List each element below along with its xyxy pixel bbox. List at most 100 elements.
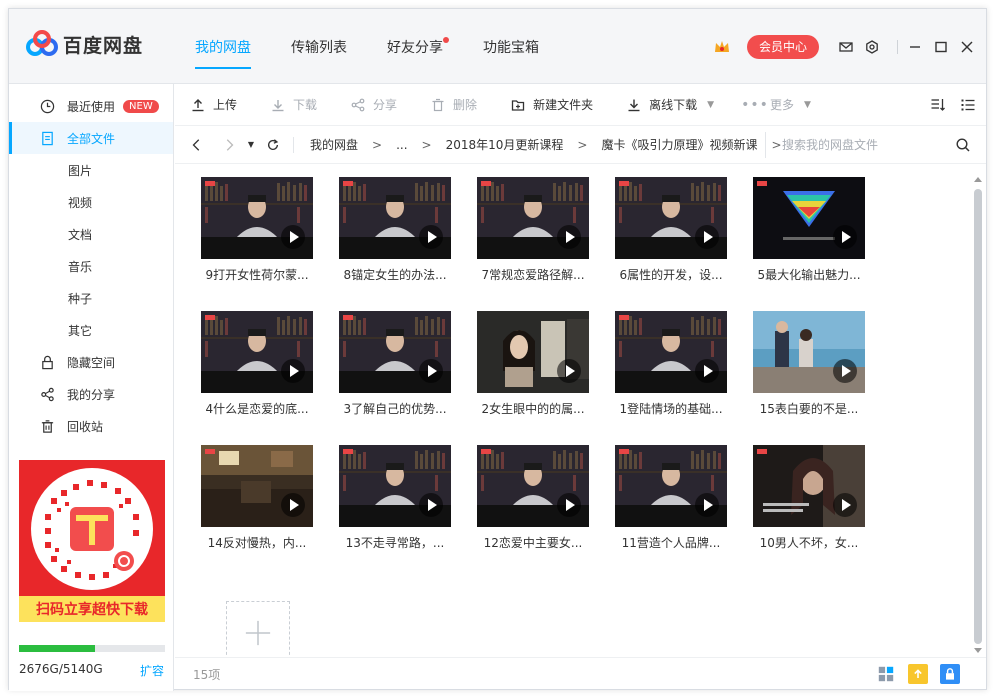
file-item[interactable]: 11营造个人品牌... (615, 445, 727, 579)
sidebar-item-videos[interactable]: 视频 (9, 186, 173, 218)
vertical-scrollbar[interactable] (972, 173, 984, 655)
search-icon[interactable] (955, 137, 971, 153)
maximize-icon[interactable] (934, 40, 948, 54)
play-icon[interactable] (833, 225, 857, 249)
sidebar-item-recycle-bin[interactable]: 回收站 (9, 410, 173, 442)
video-thumbnail[interactable] (201, 177, 313, 259)
video-thumbnail[interactable] (615, 311, 727, 393)
tab-toolbox[interactable]: 功能宝箱 (469, 9, 553, 84)
forward-button[interactable] (221, 137, 237, 153)
mail-icon[interactable] (839, 40, 853, 54)
minimize-icon[interactable] (908, 40, 922, 54)
refresh-button[interactable] (265, 137, 281, 153)
file-item[interactable]: 8锚定女生的办法... (339, 177, 451, 311)
file-item[interactable]: 6属性的开发，设... (615, 177, 727, 311)
file-item[interactable]: 13不走寻常路，... (339, 445, 451, 579)
video-thumbnail[interactable] (339, 445, 451, 527)
play-icon[interactable] (695, 493, 719, 517)
settings-icon[interactable] (865, 39, 879, 54)
sidebar-item-music[interactable]: 音乐 (9, 250, 173, 282)
tab-my-disk[interactable]: 我的网盘 (181, 9, 265, 84)
breadcrumb-my-disk[interactable]: 我的网盘 (310, 136, 358, 153)
file-item[interactable]: 2女生眼中的的属... (477, 311, 589, 445)
file-item[interactable]: 10男人不坏，女... (753, 445, 865, 579)
play-icon[interactable] (281, 493, 305, 517)
file-item[interactable]: 5最大化输出魅力... (753, 177, 865, 311)
video-thumbnail[interactable] (615, 445, 727, 527)
sidebar-item-others[interactable]: 其它 (9, 314, 173, 346)
add-file-tile[interactable] (226, 601, 290, 655)
offline-download-button[interactable]: 离线下载 ▼ (611, 84, 732, 126)
video-thumbnail[interactable] (339, 177, 451, 259)
file-item[interactable]: 1登陆情场的基础... (615, 311, 727, 445)
sidebar-item-all-files[interactable]: 全部文件 (9, 122, 173, 154)
sidebar-item-images[interactable]: 图片 (9, 154, 173, 186)
file-item[interactable]: 4什么是恋爱的底... (201, 311, 313, 445)
vip-crown-icon[interactable] (713, 38, 731, 56)
lock-icon (39, 354, 55, 370)
file-item[interactable]: 15表白要的不是... (753, 311, 865, 445)
sidebar-item-torrents[interactable]: 种子 (9, 282, 173, 314)
video-thumbnail[interactable] (201, 311, 313, 393)
sidebar-item-hidden-space[interactable]: 隐藏空间 (9, 346, 173, 378)
play-icon[interactable] (833, 493, 857, 517)
breadcrumb-current-folder[interactable]: 魔卡《吸引力原理》视频新课 (601, 136, 757, 153)
file-item[interactable]: 7常规恋爱路径解... (477, 177, 589, 311)
play-icon[interactable] (419, 225, 443, 249)
play-icon[interactable] (281, 359, 305, 383)
safe-box-icon[interactable] (940, 664, 960, 684)
play-icon[interactable] (557, 359, 581, 383)
scroll-thumb[interactable] (974, 189, 982, 644)
new-folder-button[interactable]: 新建文件夹 (495, 84, 611, 126)
play-icon[interactable] (557, 493, 581, 517)
file-item[interactable]: 12恋爱中主要女... (477, 445, 589, 579)
promo-banner[interactable]: 扫码立享超快下载 (19, 460, 165, 622)
scroll-down-arrow[interactable] (974, 648, 982, 653)
play-icon[interactable] (695, 359, 719, 383)
apps-grid-icon[interactable] (876, 664, 896, 684)
list-view-icon[interactable] (960, 97, 976, 113)
play-icon[interactable] (695, 225, 719, 249)
more-button[interactable]: ••• 更多 ▼ (732, 84, 829, 126)
file-name: 4什么是恋爱的底... (205, 402, 309, 416)
file-item[interactable]: 9打开女性荷尔蒙... (201, 177, 313, 311)
share-button[interactable]: 分享 (335, 84, 415, 126)
video-thumbnail[interactable] (753, 177, 865, 259)
sidebar-item-documents[interactable]: 文档 (9, 218, 173, 250)
breadcrumb-ellipsis[interactable]: ... (396, 138, 407, 152)
upload-button[interactable]: 上传 (175, 84, 255, 126)
sidebar-item-recent[interactable]: 最近使用 NEW (9, 90, 173, 122)
file-item[interactable]: 3了解自己的优势... (339, 311, 451, 445)
video-thumbnail[interactable] (339, 311, 451, 393)
logo[interactable]: 百度网盘 (25, 29, 143, 59)
history-dropdown[interactable]: ▼ (243, 137, 259, 153)
play-icon[interactable] (419, 359, 443, 383)
tab-label: 传输列表 (291, 39, 347, 56)
video-thumbnail[interactable] (477, 311, 589, 393)
sort-icon[interactable] (930, 97, 946, 113)
back-button[interactable] (189, 137, 205, 153)
play-icon[interactable] (557, 225, 581, 249)
scroll-up-arrow[interactable] (974, 177, 982, 182)
breadcrumb-course-folder[interactable]: 2018年10月更新课程 (446, 136, 564, 153)
sidebar-item-my-share[interactable]: 我的分享 (9, 378, 173, 410)
video-thumbnail[interactable] (477, 445, 589, 527)
file-item[interactable]: 14反对慢热，内... (201, 445, 313, 579)
tab-transfer-list[interactable]: 传输列表 (277, 9, 361, 84)
tab-friend-share[interactable]: 好友分享 (373, 9, 457, 84)
delete-button[interactable]: 删除 (415, 84, 495, 126)
vip-center-button[interactable]: 会员中心 (746, 34, 819, 59)
upload-folder-icon[interactable] (908, 664, 928, 684)
play-icon[interactable] (419, 493, 443, 517)
video-thumbnail[interactable] (615, 177, 727, 259)
play-icon[interactable] (281, 225, 305, 249)
expand-storage-link[interactable]: 扩容 (140, 662, 164, 679)
video-thumbnail[interactable] (753, 445, 865, 527)
video-thumbnail[interactable] (753, 311, 865, 393)
video-thumbnail[interactable] (477, 177, 589, 259)
search-input[interactable] (782, 138, 942, 152)
download-button[interactable]: 下载 (255, 84, 335, 126)
play-icon[interactable] (833, 359, 857, 383)
close-icon[interactable] (960, 40, 974, 54)
video-thumbnail[interactable] (201, 445, 313, 527)
